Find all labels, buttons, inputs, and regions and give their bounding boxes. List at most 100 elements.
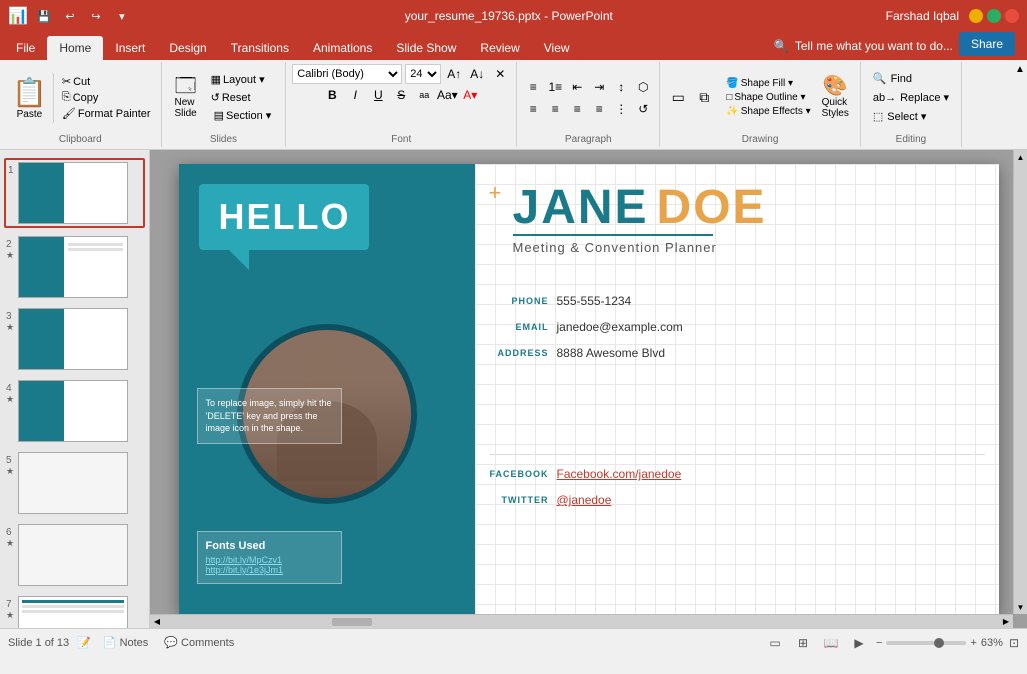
restore-button[interactable] (987, 9, 1001, 23)
columns-button[interactable]: ⋮ (611, 99, 631, 119)
close-button[interactable] (1005, 9, 1019, 23)
h-scroll-thumb[interactable] (332, 618, 372, 626)
select-button[interactable]: ⬚ Select ▾ (867, 108, 955, 125)
increase-indent-button[interactable]: ⇥ (589, 77, 609, 97)
cut-button[interactable]: ✂Cut (58, 74, 155, 89)
layout-button[interactable]: ▦Layout ▾ (206, 71, 280, 88)
font-size-increase-button[interactable]: A↑ (444, 64, 464, 84)
ribbon-collapse-button[interactable]: ▲ (1015, 64, 1025, 75)
line-spacing-button[interactable]: ↕ (611, 77, 631, 97)
save-qat-button[interactable]: 💾 (34, 6, 54, 26)
font-color-button[interactable]: A▾ (460, 85, 480, 105)
zoom-slider[interactable] (886, 641, 966, 645)
zoom-out-button[interactable]: − (876, 637, 882, 649)
section-button[interactable]: ▤Section ▾ (206, 107, 280, 124)
tab-design[interactable]: Design (157, 36, 218, 60)
clipboard-sub-buttons: ✂Cut ⎘Copy 🖌Format Painter (58, 74, 155, 121)
shape-effects-button[interactable]: ✨ Shape Effects ▾ (722, 105, 814, 118)
redo-button[interactable]: ↪ (86, 6, 106, 26)
shape-outline-button[interactable]: □ Shape Outline ▾ (722, 91, 814, 104)
strikethrough-button[interactable]: S (391, 85, 411, 105)
font-name-dropdown[interactable]: Calibri (Body) (292, 64, 402, 84)
notes-button[interactable]: 📄 Notes (99, 635, 152, 650)
paste-button[interactable]: 📋 Paste (6, 72, 54, 124)
slide-sorter-button[interactable]: ⊞ (792, 632, 814, 654)
convert-to-smartart-button[interactable]: ⬡ (633, 77, 653, 97)
tab-animations[interactable]: Animations (301, 36, 384, 60)
replace-button[interactable]: ab→ Replace ▾ (867, 89, 955, 106)
tab-review[interactable]: Review (468, 36, 531, 60)
align-left-button[interactable]: ≡ (523, 99, 543, 119)
align-right-button[interactable]: ≡ (567, 99, 587, 119)
font-size-decrease-button[interactable]: A↓ (467, 64, 487, 84)
change-case-button[interactable]: Aa▾ (437, 85, 457, 105)
slideshow-button[interactable]: ▶ (848, 632, 870, 654)
text-direction-button[interactable]: ↺ (633, 99, 653, 119)
small-caps-button[interactable]: aa (414, 85, 434, 105)
hello-text: HELLO (219, 196, 351, 237)
justify-button[interactable]: ≡ (589, 99, 609, 119)
slide-thumb-7[interactable]: 7 ★ (4, 594, 145, 628)
fonts-link-1[interactable]: http://bit.ly/MpCzv1 (206, 555, 333, 565)
fonts-link-2[interactable]: http://bit.ly/1e3jJm1 (206, 565, 333, 575)
shape-fill-button[interactable]: 🪣 Shape Fill ▾ (722, 77, 814, 90)
shapes-button[interactable]: ▭ (666, 86, 690, 110)
bullets-button[interactable]: ≡ (523, 77, 543, 97)
tell-me-input[interactable]: Tell me what you want to do... (795, 39, 953, 53)
font-size-dropdown[interactable]: 24 (405, 64, 441, 84)
slide-preview-4 (18, 380, 128, 442)
facebook-value: Facebook.com/janedoe (557, 467, 682, 481)
quick-styles-button[interactable]: 🎨 QuickStyles (817, 73, 854, 122)
customize-qat-button[interactable]: ▾ (112, 6, 132, 26)
copy-button[interactable]: ⎘Copy (58, 90, 155, 105)
reading-view-button[interactable]: 📖 (820, 632, 842, 654)
normal-view-button[interactable]: ▭ (764, 632, 786, 654)
tab-slideshow[interactable]: Slide Show (384, 36, 468, 60)
font-content: Calibri (Body) 24 A↑ A↓ ✕ B I U S aa Aa▾… (292, 64, 510, 145)
format-painter-button[interactable]: 🖌Format Painter (58, 106, 155, 121)
slide-thumb-3[interactable]: 3 ★ (4, 306, 145, 372)
slide-num-5: 5 (6, 453, 12, 466)
share-button[interactable]: Share (959, 32, 1015, 56)
scroll-down-button[interactable]: ▼ (1014, 600, 1027, 614)
slide-thumb-6[interactable]: 6 ★ (4, 522, 145, 588)
decrease-indent-button[interactable]: ⇤ (567, 77, 587, 97)
layout-label: Layout ▾ (223, 73, 265, 86)
underline-button[interactable]: U (368, 85, 388, 105)
undo-button[interactable]: ↩ (60, 6, 80, 26)
tab-insert[interactable]: Insert (103, 36, 157, 60)
italic-button[interactable]: I (345, 85, 365, 105)
scroll-left-button[interactable]: ◀ (150, 615, 164, 629)
horizontal-scrollbar[interactable]: ◀ ▶ (150, 614, 1013, 628)
tab-view[interactable]: View (532, 36, 582, 60)
slides-panel[interactable]: 1 2 ★ (0, 150, 150, 628)
slide-thumb-2[interactable]: 2 ★ (4, 234, 145, 300)
slide-thumb-5[interactable]: 5 ★ (4, 450, 145, 516)
ribbon-tabs: File Home Insert Design Transitions Anim… (0, 32, 1027, 60)
tab-transitions[interactable]: Transitions (219, 36, 301, 60)
tab-home[interactable]: Home (47, 36, 103, 60)
tab-file[interactable]: File (4, 36, 47, 60)
fit-to-window-button[interactable]: ⊡ (1009, 636, 1019, 650)
slide-star-2: ★ (6, 250, 14, 261)
scroll-up-button[interactable]: ▲ (1014, 150, 1027, 164)
slide-thumb-4[interactable]: 4 ★ (4, 378, 145, 444)
slide-thumb-1[interactable]: 1 (4, 158, 145, 228)
arrange-button[interactable]: ⧉ (692, 86, 716, 110)
reset-label: Reset (222, 92, 251, 104)
reset-button[interactable]: ↺Reset (206, 89, 280, 106)
comments-button[interactable]: 💬 Comments (160, 635, 238, 650)
align-center-button[interactable]: ≡ (545, 99, 565, 119)
find-button[interactable]: 🔍 Find (867, 70, 955, 87)
clear-formatting-button[interactable]: ✕ (490, 64, 510, 84)
numbering-button[interactable]: 1≡ (545, 77, 565, 97)
scroll-right-button[interactable]: ▶ (999, 615, 1013, 629)
bold-button[interactable]: B (322, 85, 342, 105)
cut-label: Cut (73, 76, 90, 88)
fonts-used-title: Fonts Used (206, 540, 333, 552)
slide-left-panel: HELLO To replace imag (179, 164, 475, 614)
vertical-scrollbar[interactable]: ▲ ▼ (1013, 150, 1027, 614)
minimize-button[interactable] (969, 9, 983, 23)
zoom-in-button[interactable]: + (970, 637, 976, 649)
new-slide-button[interactable]: 🗔 NewSlide (168, 73, 204, 122)
